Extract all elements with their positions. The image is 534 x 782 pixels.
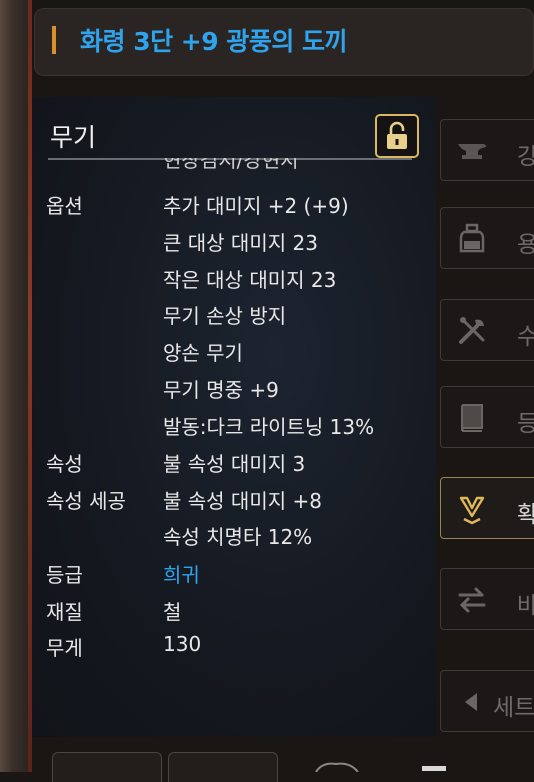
attribute-craft-label: 속성 세공 — [46, 489, 126, 513]
enhance-button[interactable]: 강 — [440, 119, 534, 181]
enhance-button-label: 강 — [517, 144, 534, 170]
set-button[interactable]: 세트 — [440, 670, 534, 732]
background-edge — [0, 0, 30, 772]
padlock-icon — [387, 121, 407, 149]
exchange-button[interactable]: 바 — [440, 568, 534, 630]
register-button[interactable]: 등 — [440, 386, 534, 448]
item-title: 화령 3단 +9 광풍의 도끼 — [80, 27, 348, 56]
register-button-label: 등 — [517, 411, 534, 437]
option-value: 무기 명중 +9 — [163, 378, 279, 402]
attribute-value: 불 속성 대미지 3 — [163, 452, 306, 476]
option-value: 양손 무기 — [163, 341, 243, 365]
attribute-craft-value: 속성 치명타 12% — [163, 525, 313, 549]
bottom-tab[interactable] — [52, 752, 162, 782]
potion-button[interactable]: 용 — [440, 207, 534, 269]
weight-value: 130 — [163, 632, 202, 656]
title-accent-bar — [52, 26, 56, 54]
swap-icon — [458, 587, 486, 613]
option-value: 큰 대상 대미지 23 — [163, 231, 318, 255]
triangle-left-icon — [465, 693, 477, 711]
repair-button[interactable]: 수 — [440, 299, 534, 361]
book-icon — [461, 404, 483, 432]
grade-value: 희귀 — [163, 563, 200, 587]
bottom-tab[interactable] — [168, 752, 278, 782]
repair-button-label: 수 — [517, 324, 534, 350]
set-button-label: 세트 — [493, 695, 534, 721]
weight-label: 무게 — [46, 636, 83, 660]
potion-icon — [459, 223, 485, 253]
repair-tools-icon — [459, 317, 485, 344]
potion-button-label: 용 — [517, 232, 534, 258]
item-category: 무기 — [50, 123, 97, 152]
option-value: 무기 손상 방지 — [163, 304, 287, 328]
attribute-craft-value: 불 속성 대미지 +8 — [163, 489, 322, 513]
material-value: 철 — [163, 600, 182, 624]
material-label: 재질 — [46, 600, 83, 624]
option-value: 추가 대미지 +2 (+9) — [163, 194, 349, 218]
bottom-tab-icon — [422, 766, 446, 771]
anvil-icon — [458, 144, 486, 159]
awaken-button-label: 확 — [517, 502, 534, 528]
exchange-button-label: 바 — [517, 593, 534, 619]
grade-label: 등급 — [46, 563, 83, 587]
option-value: 발동:다크 라이트닝 13% — [163, 415, 375, 439]
awaken-button[interactable]: 확 — [440, 477, 534, 539]
awaken-icon — [459, 496, 485, 525]
option-value: 작은 대상 대미지 23 — [163, 268, 337, 292]
bottom-tab-icon — [315, 762, 359, 772]
attribute-label: 속성 — [46, 452, 83, 476]
clipped-stat-line: 현장검지/강현지 — [163, 158, 299, 170]
option-label: 옵션 — [46, 194, 83, 218]
lock-button[interactable] — [375, 114, 419, 158]
